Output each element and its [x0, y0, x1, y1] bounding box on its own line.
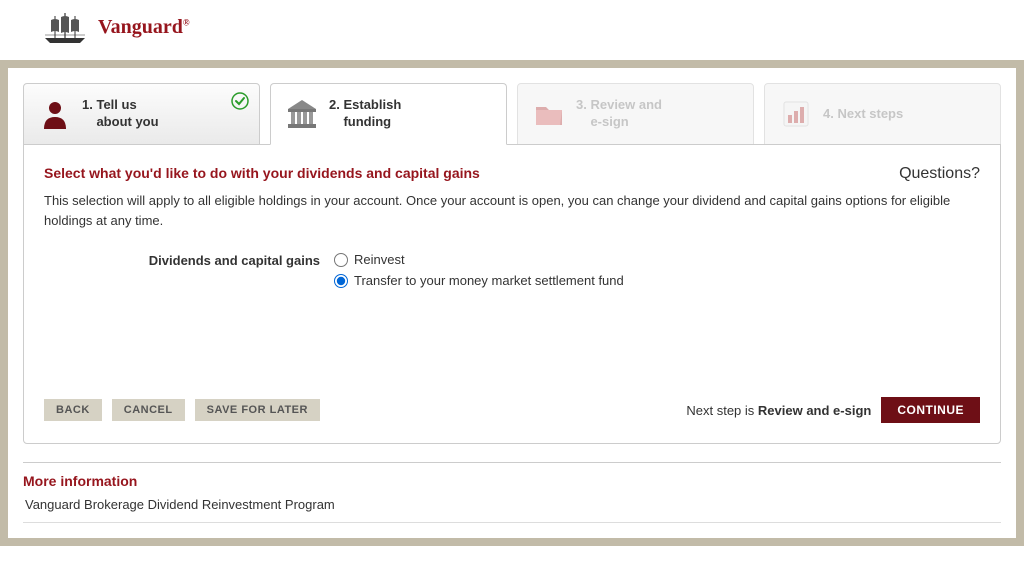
checkmark-icon	[231, 92, 249, 110]
radio-reinvest-input[interactable]	[334, 253, 348, 267]
page-header: Vanguard®	[0, 0, 1024, 60]
brand-name: Vanguard®	[98, 16, 190, 39]
more-information-section: More information Vanguard Brokerage Divi…	[23, 462, 1001, 523]
step-3-review-esign: 3. Review and e-sign	[517, 83, 754, 145]
page-background: 1. Tell us about you	[0, 60, 1024, 546]
radio-transfer[interactable]: Transfer to your money market settlement…	[334, 273, 624, 288]
more-information-title: More information	[23, 473, 1001, 489]
questions-link[interactable]: Questions?	[899, 165, 980, 183]
step-1-label: 1. Tell us about you	[82, 97, 159, 131]
bank-icon	[285, 97, 319, 131]
progress-steps: 1. Tell us about you	[23, 83, 1001, 145]
radio-reinvest-label: Reinvest	[354, 252, 405, 267]
step-4-next-steps: 4. Next steps	[764, 83, 1001, 145]
main-panel: 1. Tell us about you	[8, 68, 1016, 538]
folder-icon	[532, 97, 566, 131]
continue-button[interactable]: CONTINUE	[881, 397, 980, 423]
dividends-label: Dividends and capital gains	[44, 252, 334, 268]
form-description: This selection will apply to all eligibl…	[44, 191, 980, 230]
step-1-tell-us-about-you[interactable]: 1. Tell us about you	[23, 83, 260, 145]
step-3-label: 3. Review and e-sign	[576, 97, 662, 131]
cancel-button[interactable]: CANCEL	[112, 399, 185, 421]
logo[interactable]: Vanguard®	[40, 10, 190, 45]
person-icon	[38, 97, 72, 131]
back-button[interactable]: BACK	[44, 399, 102, 421]
dividends-field: Dividends and capital gains Reinvest Tra…	[44, 252, 980, 288]
button-row: BACK CANCEL SAVE FOR LATER Next step is …	[44, 397, 980, 423]
step-2-establish-funding[interactable]: 2. Establish funding	[270, 83, 507, 145]
radio-transfer-input[interactable]	[334, 274, 348, 288]
step-2-label: 2. Establish funding	[329, 97, 401, 131]
ship-icon	[40, 10, 90, 45]
radio-transfer-label: Transfer to your money market settlement…	[354, 273, 624, 288]
next-step-text: Next step is Review and e-sign	[686, 403, 871, 418]
radio-reinvest[interactable]: Reinvest	[334, 252, 624, 267]
save-for-later-button[interactable]: SAVE FOR LATER	[195, 399, 320, 421]
more-information-link[interactable]: Vanguard Brokerage Dividend Reinvestment…	[23, 497, 1001, 523]
form-card: Select what you'd like to do with your d…	[23, 144, 1001, 444]
form-title: Select what you'd like to do with your d…	[44, 165, 480, 181]
step-4-label: 4. Next steps	[823, 106, 903, 123]
chart-icon	[779, 97, 813, 131]
